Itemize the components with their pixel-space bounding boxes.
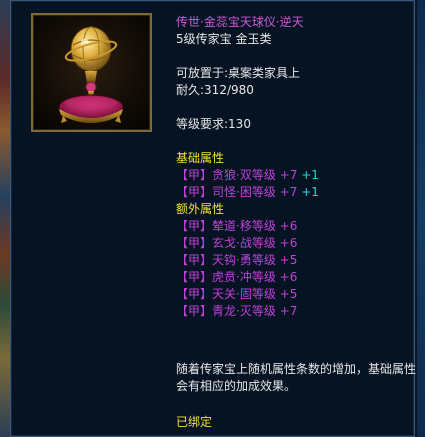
attr-value: +6 (279, 270, 298, 284)
description-line: 会有相应的加成效果。 (176, 379, 297, 393)
extra-attribute-row: 【甲】玄戈·战等级 +6 (176, 235, 416, 252)
extra-attributes-header: 额外属性 (176, 202, 225, 216)
attr-tag: 【甲】 (176, 270, 213, 284)
item-info: 传世·金蕊宝天球仪·逆天 5级传家宝 金玉类 可放置于:桌案类家具上 耐久:31… (176, 14, 416, 320)
attr-value: +7 (279, 168, 298, 182)
attr-bonus: +1 (301, 185, 319, 199)
attr-name: 司怪·困等级 (212, 185, 276, 199)
extra-attribute-row: 【甲】辇道·移等级 +6 (176, 218, 416, 235)
attr-tag: 【甲】 (176, 236, 213, 250)
attr-tag: 【甲】 (176, 287, 213, 301)
attr-value: +7 (279, 185, 298, 199)
game-screen: 传世·金蕊宝天球仪·逆天 5级传家宝 金玉类 可放置于:桌案类家具上 耐久:31… (0, 0, 425, 437)
bound-status: 已绑定 (176, 415, 213, 429)
item-icon-frame (31, 13, 152, 132)
attr-value: +5 (279, 287, 298, 301)
base-attribute-row: 【甲】贪狼·双等级 +7 +1 (176, 167, 416, 184)
attr-name: 玄戈·战等级 (212, 236, 276, 250)
attr-tag: 【甲】 (176, 304, 213, 318)
item-name: 传世·金蕊宝天球仪·逆天 (176, 15, 304, 29)
extra-attribute-row: 【甲】青龙·灭等级 +7 (176, 303, 416, 320)
attr-tag: 【甲】 (176, 168, 213, 182)
extra-attribute-row: 【甲】虎贲·冲等级 +6 (176, 269, 416, 286)
golden-celestial-globe-icon (58, 26, 124, 123)
attr-name: 虎贲·冲等级 (212, 270, 276, 284)
attr-name: 辇道·移等级 (212, 219, 276, 233)
attr-tag: 【甲】 (176, 219, 213, 233)
base-attributes-header: 基础属性 (176, 151, 225, 165)
attr-value: +5 (279, 253, 298, 267)
attr-name: 青龙·灭等级 (212, 304, 276, 318)
item-durability: 耐久:312/980 (176, 83, 254, 97)
item-type: 5级传家宝 金玉类 (176, 32, 272, 46)
attr-tag: 【甲】 (176, 253, 213, 267)
base-attribute-row: 【甲】司怪·困等级 +7 +1 (176, 184, 416, 201)
item-tooltip: 传世·金蕊宝天球仪·逆天 5级传家宝 金玉类 可放置于:桌案类家具上 耐久:31… (10, 0, 416, 437)
attr-bonus: +1 (301, 168, 319, 182)
attr-name: 天关·固等级 (212, 287, 276, 301)
extra-attribute-row: 【甲】天钩·勇等级 +5 (176, 252, 416, 269)
attr-tag: 【甲】 (176, 185, 213, 199)
extra-attribute-row: 【甲】天关·固等级 +5 (176, 286, 416, 303)
item-placement: 可放置于:桌案类家具上 (176, 66, 301, 80)
item-level-requirement: 等级要求:130 (176, 117, 251, 131)
description-line: 随着传家宝上随机属性条数的增加，基础属性 (176, 362, 417, 376)
attr-value: +6 (279, 219, 298, 233)
attr-value: +7 (279, 304, 298, 318)
attr-value: +6 (279, 236, 298, 250)
item-description: 随着传家宝上随机属性条数的增加，基础属性 会有相应的加成效果。 (176, 361, 421, 395)
attr-name: 天钩·勇等级 (212, 253, 276, 267)
attr-name: 贪狼·双等级 (212, 168, 276, 182)
